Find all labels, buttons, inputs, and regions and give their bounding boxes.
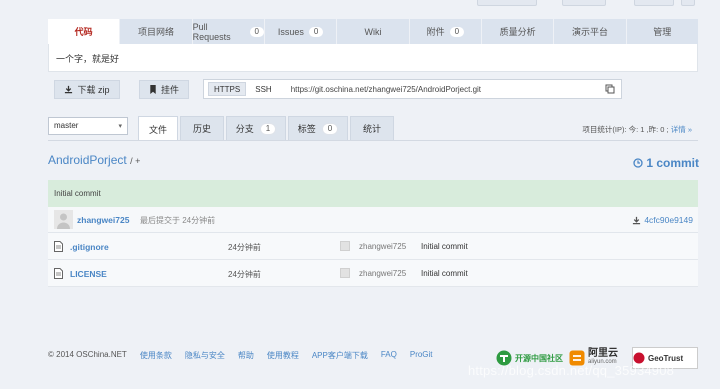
footer-link[interactable]: FAQ: [381, 350, 397, 361]
repo-path: AndroidPorject / +: [48, 153, 140, 167]
commit-count-link[interactable]: 1 commit: [633, 156, 699, 170]
visit-stats: 项目统计(IP): 今: 1 ,昨: 0 ; 详情 »: [582, 125, 692, 134]
copyright: © 2014 OSChina.NET: [48, 350, 127, 359]
file-time: 24分钟前: [228, 243, 261, 252]
tab-attachments[interactable]: 附件 0: [410, 19, 482, 44]
count-badge: 0: [449, 26, 465, 37]
file-commit-message[interactable]: Initial commit: [421, 269, 468, 278]
header-button[interactable]: [477, 0, 537, 6]
https-toggle[interactable]: HTTPS: [208, 82, 247, 96]
tab-history[interactable]: 历史: [180, 116, 224, 140]
commit-info-bar: zhangwei725 最后提交于 24分钟前 4cfc90e9149: [48, 207, 698, 233]
file-icon: [54, 241, 63, 252]
watermark: https://blog.csdn.net/qq_35934908: [468, 363, 675, 378]
repo-name-link[interactable]: AndroidPorject: [48, 153, 127, 167]
footer-link[interactable]: 使用条款: [140, 350, 172, 361]
widget-button[interactable]: 挂件: [139, 80, 189, 99]
tab-tags[interactable]: 标签 0: [288, 116, 348, 140]
file-time: 24分钟前: [228, 270, 261, 279]
divider: [48, 140, 698, 141]
chevron-down-icon: ▾: [118, 123, 122, 130]
bookmark-icon: [150, 85, 156, 94]
file-name-link[interactable]: LICENSE: [70, 269, 107, 279]
file-author[interactable]: zhangwei725: [359, 242, 406, 251]
footer-link[interactable]: APP客户端下载: [312, 350, 368, 361]
count-badge: 0: [321, 122, 339, 135]
commit-time: 最后提交于 24分钟前: [140, 216, 216, 225]
clone-url-box: HTTPS SSH https://git.oschina.net/zhangw…: [203, 79, 622, 99]
footer-link[interactable]: 隐私与安全: [185, 350, 225, 361]
code-subtabs: 文件 历史 分支 1 标签 0 统计: [138, 116, 394, 141]
download-icon: [65, 85, 73, 94]
avatar: [340, 241, 350, 251]
count-badge: 0: [249, 26, 264, 37]
download-icon: [633, 216, 641, 224]
file-name-link[interactable]: .gitignore: [70, 242, 109, 252]
copy-icon[interactable]: [605, 84, 615, 94]
tab-wiki[interactable]: Wiki: [337, 19, 410, 44]
stats-details-link[interactable]: 详情 »: [671, 125, 692, 134]
new-file-button[interactable]: / +: [130, 156, 140, 166]
tab-pull-requests[interactable]: Pull Requests 0: [193, 19, 265, 44]
file-author[interactable]: zhangwei725: [359, 269, 406, 278]
footer: © 2014 OSChina.NET 使用条款 隐私与安全 帮助 使用教程 AP…: [48, 350, 433, 361]
file-commit-message[interactable]: Initial commit: [421, 242, 468, 251]
header-button[interactable]: [681, 0, 695, 6]
committer-link[interactable]: zhangwei725: [77, 215, 129, 225]
tab-stats[interactable]: 统计: [350, 116, 394, 140]
repo-header-cutoff: [52, 0, 272, 2]
repo-nav-tabs: 代码 项目网络 Pull Requests 0 Issues 0 Wiki 附件 0 …: [48, 19, 698, 44]
table-row: .gitignore 24分钟前 zhangwei725 Initial com…: [48, 233, 698, 260]
ssh-toggle[interactable]: SSH: [250, 82, 276, 96]
count-badge: 1: [259, 122, 277, 135]
footer-link[interactable]: 帮助: [238, 350, 254, 361]
avatar: [54, 210, 73, 229]
download-zip-button[interactable]: 下载 zip: [54, 80, 120, 99]
tab-branches[interactable]: 分支 1: [226, 116, 286, 140]
avatar: [340, 268, 350, 278]
tab-code[interactable]: 代码: [48, 19, 121, 44]
repo-description: 一个字，就是好: [48, 44, 698, 72]
tab-demo[interactable]: 演示平台: [554, 19, 627, 44]
tab-network[interactable]: 项目网络: [120, 19, 193, 44]
footer-link[interactable]: ProGit: [410, 350, 433, 361]
count-badge: 0: [308, 26, 324, 37]
clone-url-input[interactable]: https://git.oschina.net/zhangwei725/Andr…: [291, 85, 605, 94]
tab-files[interactable]: 文件: [138, 116, 178, 141]
tab-quality[interactable]: 质量分析: [482, 19, 555, 44]
tab-admin[interactable]: 管理: [627, 19, 698, 44]
header-button[interactable]: [634, 0, 674, 6]
branch-select[interactable]: master ▾: [48, 117, 128, 135]
footer-link[interactable]: 使用教程: [267, 350, 299, 361]
file-icon: [54, 268, 63, 279]
commit-message: Initial commit: [48, 180, 698, 207]
table-row: LICENSE 24分钟前 zhangwei725 Initial commit: [48, 260, 698, 287]
clock-icon: [633, 158, 643, 168]
tab-issues[interactable]: Issues 0: [265, 19, 338, 44]
commit-hash-link[interactable]: 4cfc90e9149: [632, 215, 693, 225]
header-button[interactable]: [562, 0, 606, 6]
